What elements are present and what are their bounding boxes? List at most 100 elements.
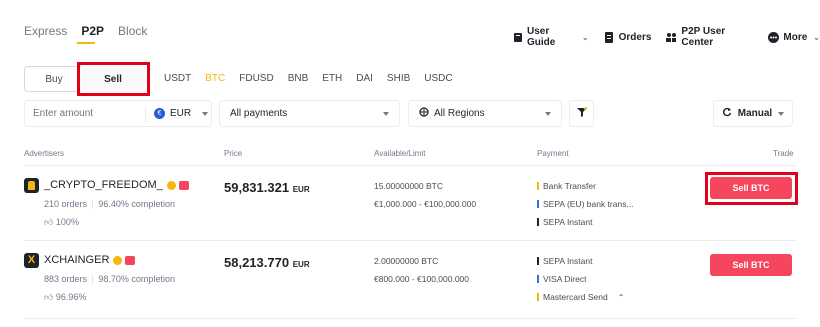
payment-method: SEPA (EU) bank trans... — [537, 199, 634, 209]
header-trade: Trade — [773, 149, 794, 158]
order-stats: 210 orders | 96.40% completion — [44, 199, 175, 209]
more-menu[interactable]: More ⌄ — [767, 31, 820, 43]
coin-tab-btc[interactable]: BTC — [205, 73, 225, 84]
tab-p2p[interactable]: P2P — [81, 24, 104, 38]
amount-input[interactable] — [33, 108, 145, 119]
currency-select[interactable]: € EUR — [154, 108, 209, 119]
regions-label: All Regions — [434, 108, 485, 119]
user-guide-menu[interactable]: User Guide ⌄ — [512, 26, 589, 48]
sort-label: Manual — [737, 108, 773, 119]
price-value: 59,831.321 — [224, 180, 290, 195]
coin-tab-bnb[interactable]: BNB — [288, 73, 309, 84]
avatar: X — [24, 253, 39, 268]
currency-label: EUR — [170, 108, 192, 119]
row-divider — [24, 318, 796, 319]
positive-rating: 100% — [55, 217, 79, 227]
row-divider — [24, 240, 796, 241]
coin-tab-dai[interactable]: DAI — [356, 73, 373, 84]
order-stats: 883 orders | 98.70% completion — [44, 274, 175, 284]
chevron-up-icon[interactable]: ⌃ — [618, 293, 625, 302]
caret-down-icon — [383, 111, 389, 116]
limit-range: €1,000.000 - €100,000.000 — [374, 199, 477, 209]
payment-method: SEPA Instant — [537, 256, 592, 266]
sell-btc-highlight-box — [705, 172, 798, 205]
rating-row: 👍︎ 96.96% — [44, 292, 86, 303]
available-amount: 15.00000000 BTC — [374, 181, 443, 191]
header-available-limit: Available/Limit — [374, 149, 426, 158]
limit-range: €800.000 - €100,000.000 — [374, 274, 470, 284]
price-currency: EUR — [292, 260, 310, 269]
payment-method: VISA Direct — [537, 274, 586, 284]
book-icon — [512, 31, 523, 43]
regions-select[interactable]: All Regions — [408, 100, 562, 127]
header-payment: Payment — [537, 149, 569, 158]
thumbs-up-icon: 👍︎ — [44, 217, 54, 227]
orders-icon — [603, 31, 615, 43]
caret-down-icon — [778, 111, 785, 116]
price-currency: EUR — [292, 185, 310, 194]
price-value: 58,213.770 — [224, 255, 290, 270]
sell-btc-button[interactable]: Sell BTC — [710, 254, 792, 276]
caret-down-icon — [202, 111, 209, 116]
users-icon — [665, 31, 677, 43]
thumbs-up-icon: 👍︎ — [44, 292, 54, 302]
orders-link[interactable]: Orders — [603, 31, 652, 43]
avatar — [24, 178, 39, 193]
active-tab-indicator — [77, 42, 95, 44]
amount-filter: € EUR — [24, 100, 212, 127]
more-dots-icon — [767, 31, 779, 43]
orders-count: 210 orders — [44, 199, 88, 209]
buy-button[interactable]: Buy — [25, 67, 83, 91]
payment-method: SEPA Instant — [537, 217, 592, 227]
verified-badge-icon — [166, 180, 176, 190]
header-advertisers: Advertisers — [24, 149, 65, 158]
coin-tab-eth[interactable]: ETH — [322, 73, 342, 84]
globe-icon — [419, 107, 429, 120]
price-cell: 59,831.321 EUR — [224, 180, 310, 195]
coin-tab-usdt[interactable]: USDT — [164, 73, 191, 84]
orders-label: Orders — [618, 31, 652, 43]
p2p-user-center-label: P2P User Center — [681, 26, 726, 48]
tab-block[interactable]: Block — [118, 24, 147, 38]
mode-tabs: Express P2P Block — [24, 24, 161, 38]
coin-tab-usdc[interactable]: USDC — [424, 73, 452, 84]
price-cell: 58,213.770 EUR — [224, 255, 310, 270]
chevron-down-icon: ⌄ — [581, 32, 589, 42]
filter-button[interactable] — [569, 100, 594, 127]
rating-row: 👍︎ 100% — [44, 217, 79, 228]
payments-label: All payments — [230, 108, 288, 119]
advertiser-name-row: XCHAINGER — [44, 254, 136, 266]
divider — [145, 105, 146, 122]
caret-down-icon — [545, 111, 551, 116]
pro-merchant-icon — [125, 255, 136, 265]
completion-rate: 98.70% completion — [98, 274, 175, 284]
payments-select[interactable]: All payments — [219, 100, 400, 127]
header-divider — [24, 165, 796, 166]
coin-tabs: USDT BTC FDUSD BNB ETH DAI SHIB USDC — [164, 73, 453, 84]
filter-icon — [576, 107, 587, 120]
more-label: More — [783, 31, 808, 43]
refresh-icon — [722, 107, 732, 120]
sort-select[interactable]: Manual — [713, 100, 793, 127]
completion-rate: 96.40% completion — [98, 199, 175, 209]
advertiser-name[interactable]: _CRYPTO_FREEDOM_ — [44, 179, 163, 191]
available-amount: 2.00000000 BTC — [374, 256, 439, 266]
user-guide-label: User Guide — [527, 26, 556, 48]
tab-express[interactable]: Express — [24, 24, 67, 38]
verified-badge-icon — [113, 255, 123, 265]
coin-tab-fdusd[interactable]: FDUSD — [239, 73, 273, 84]
chevron-down-icon: ⌄ — [813, 32, 820, 42]
advertiser-name[interactable]: XCHAINGER — [44, 254, 109, 266]
header-price: Price — [224, 149, 243, 158]
positive-rating: 96.96% — [55, 292, 87, 302]
payment-method: Mastercard Send ⌃ — [537, 292, 624, 302]
orders-count: 883 orders — [44, 274, 88, 284]
p2p-user-center-link[interactable]: P2P User Center — [665, 26, 753, 48]
top-nav: User Guide ⌄ Orders P2P User Center More… — [512, 26, 820, 48]
euro-coin-icon: € — [154, 108, 165, 119]
coin-tab-shib[interactable]: SHIB — [387, 73, 410, 84]
sell-highlight-box — [77, 62, 150, 96]
pro-merchant-icon — [178, 180, 189, 190]
payment-method: Bank Transfer — [537, 181, 596, 191]
advertiser-name-row: _CRYPTO_FREEDOM_ — [44, 179, 189, 191]
